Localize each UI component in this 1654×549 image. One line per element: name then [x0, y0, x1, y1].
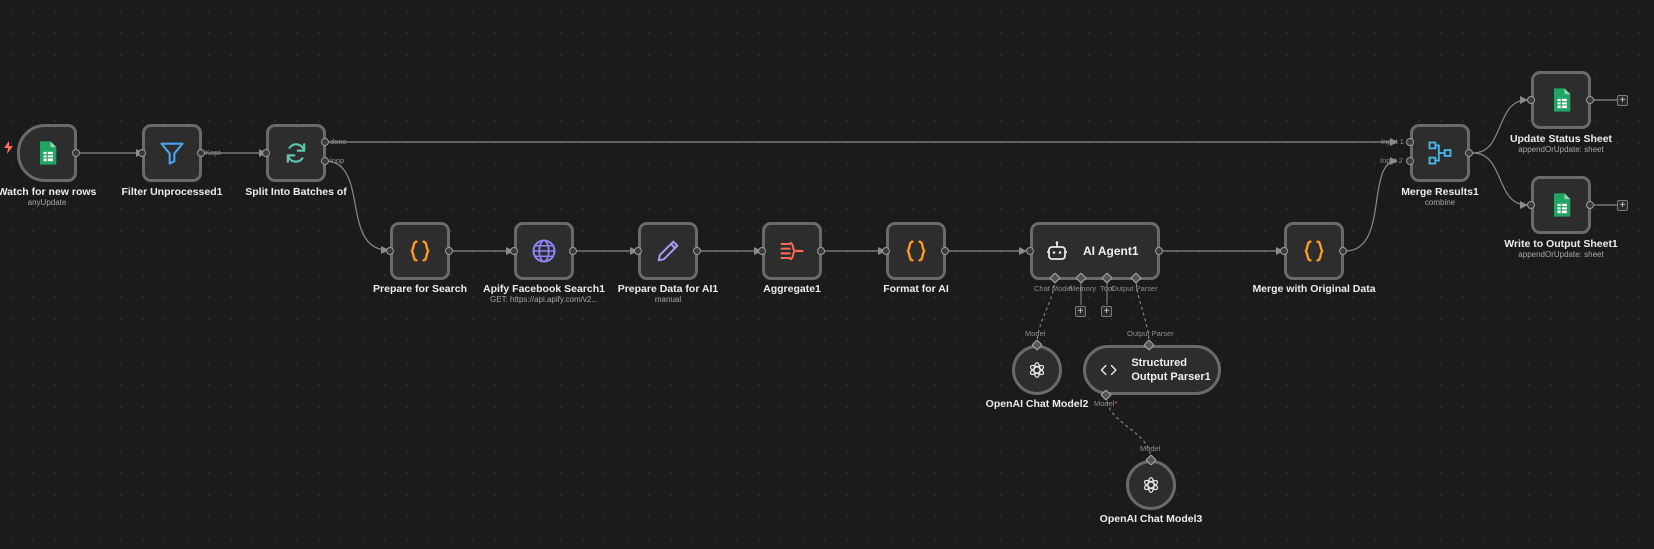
openai-icon — [1143, 477, 1159, 493]
agent-output-port[interactable] — [1155, 247, 1163, 255]
openai-icon — [1029, 362, 1045, 378]
write-output-input-port[interactable] — [1527, 201, 1535, 209]
google-sheets-icon — [40, 141, 57, 165]
split-loop-port[interactable] — [321, 157, 329, 165]
node-watch-for-new-rows[interactable] — [17, 124, 77, 182]
add-node-button[interactable]: + — [1617, 95, 1628, 106]
port-tag-memory: Memory — [1069, 284, 1097, 293]
node-update-status-sheet[interactable] — [1531, 71, 1591, 129]
format-output-port[interactable] — [941, 247, 949, 255]
node-ai-agent[interactable]: AI Agent1 — [1030, 222, 1160, 280]
google-sheets-icon — [1554, 88, 1571, 112]
add-node-button[interactable]: + — [1617, 200, 1628, 211]
apify-output-port[interactable] — [569, 247, 577, 255]
workflow-canvas[interactable]: Watch for new rows anyUpdate Kept Filter… — [0, 0, 1654, 549]
format-input-port[interactable] — [882, 247, 890, 255]
node-title: Structured Output Parser1 — [1131, 357, 1211, 383]
aggregate-output-port[interactable] — [817, 247, 825, 255]
node-write-to-output-sheet[interactable] — [1531, 176, 1591, 234]
node-subtitle: appendOrUpdate: sheet — [1518, 250, 1604, 259]
port-tag-kept: Kept — [205, 148, 221, 157]
loop-icon — [286, 143, 306, 163]
edge-split-prepare-search — [324, 160, 389, 254]
node-label: Split Into Batches of — [245, 186, 347, 198]
node-label: Write to Output Sheet1 — [1504, 238, 1618, 250]
node-structured-output-parser[interactable]: Structured Output Parser1 — [1083, 345, 1221, 395]
add-memory-button[interactable]: + — [1075, 306, 1086, 317]
node-prepare-for-search[interactable] — [390, 222, 450, 280]
node-openai-chat-model-2[interactable] — [1012, 345, 1062, 395]
filter-output-port[interactable] — [197, 149, 205, 157]
globe-icon — [532, 239, 556, 263]
node-subtitle: manual — [654, 295, 682, 304]
code-braces-icon — [410, 240, 430, 262]
node-subtitle: anyUpdate — [27, 198, 67, 207]
node-label: OpenAI Chat Model3 — [1099, 513, 1203, 525]
node-label: Format for AI — [883, 283, 949, 295]
port-tag-model: Model — [1025, 329, 1046, 338]
aggregate-input-port[interactable] — [758, 247, 766, 255]
agent-input-port[interactable] — [1026, 247, 1034, 255]
aggregate-icon — [780, 241, 804, 261]
node-merge-with-original-data[interactable] — [1284, 222, 1344, 280]
code-braces-icon — [906, 240, 926, 262]
node-apify-facebook-search[interactable] — [514, 222, 574, 280]
port-tag-output-parser: Output Parser — [1111, 284, 1158, 293]
update-status-input-port[interactable] — [1527, 96, 1535, 104]
robot-icon — [1047, 241, 1067, 260]
split-done-port[interactable] — [321, 138, 329, 146]
code-braces-icon — [1304, 240, 1324, 262]
code-brackets-icon — [1100, 364, 1117, 376]
watch-output-port[interactable] — [72, 149, 80, 157]
port-tag-done: done — [330, 137, 347, 146]
node-aggregate[interactable] — [762, 222, 822, 280]
node-split-into-batches[interactable] — [266, 124, 326, 182]
merge-results-input2-port[interactable] — [1406, 157, 1414, 165]
node-openai-chat-model-3[interactable] — [1126, 460, 1176, 510]
port-tag-model-in: Model — [1140, 444, 1161, 453]
merge-results-input1-port[interactable] — [1406, 138, 1414, 146]
merge-original-input-port[interactable] — [1280, 247, 1288, 255]
prepare-search-input-port[interactable] — [386, 247, 394, 255]
google-sheets-icon — [1554, 193, 1571, 217]
merge-original-output-port[interactable] — [1339, 247, 1347, 255]
node-prepare-data-for-ai[interactable] — [638, 222, 698, 280]
filter-icon — [160, 142, 184, 165]
connections-layer — [76, 96, 1617, 461]
split-input-port[interactable] — [262, 149, 270, 157]
node-title: AI Agent1 — [1083, 244, 1139, 258]
update-status-output-port[interactable] — [1586, 96, 1594, 104]
merge-icon — [1428, 141, 1452, 165]
port-tag-chat-model: Chat Model — [1034, 284, 1073, 293]
add-tool-button[interactable]: + — [1101, 306, 1112, 317]
node-label: Merge with Original Data — [1252, 283, 1376, 295]
prepare-ai-output-port[interactable] — [693, 247, 701, 255]
trigger-bolt-icon — [4, 141, 13, 154]
pencil-icon — [657, 240, 679, 262]
port-tag-output-parser-in: Output Parser — [1127, 329, 1174, 338]
port-tag-input2: Input 2 — [1380, 156, 1403, 165]
node-merge-results[interactable] — [1410, 124, 1470, 182]
apify-input-port[interactable] — [510, 247, 518, 255]
node-label: Update Status Sheet — [1509, 133, 1613, 145]
node-filter-unprocessed[interactable] — [142, 124, 202, 182]
port-tag-input1: Input 1 — [1381, 137, 1404, 146]
write-output-output-port[interactable] — [1586, 201, 1594, 209]
node-subtitle: appendOrUpdate: sheet — [1518, 145, 1604, 154]
node-format-for-ai[interactable] — [886, 222, 946, 280]
node-label: Merge Results1 — [1401, 186, 1479, 198]
filter-input-port[interactable] — [138, 149, 146, 157]
prepare-ai-input-port[interactable] — [634, 247, 642, 255]
prepare-search-output-port[interactable] — [445, 247, 453, 255]
node-subtitle: combine — [1424, 198, 1456, 207]
port-tag-loop: loop — [330, 156, 345, 165]
port-tag-model-required: Model* — [1094, 399, 1118, 408]
